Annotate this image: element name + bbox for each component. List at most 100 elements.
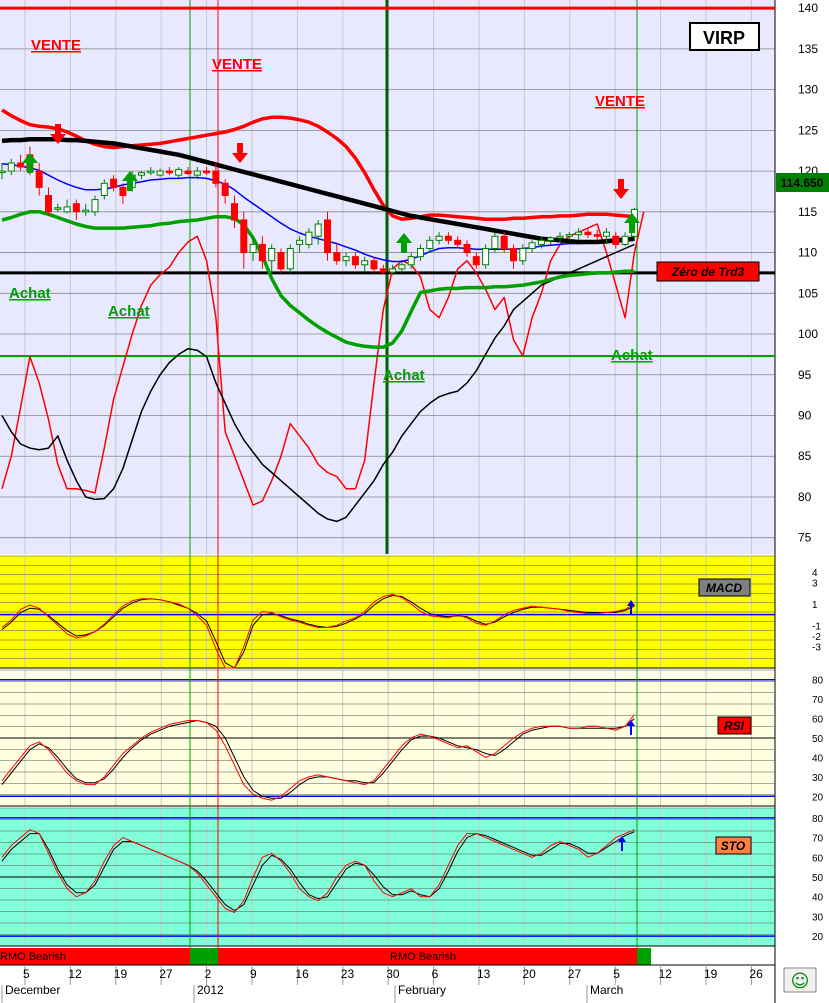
candle-body — [482, 247, 490, 266]
x-tick-label: 23 — [341, 967, 355, 981]
candle-body — [417, 247, 424, 258]
sell-signal-label: VENTE — [595, 93, 645, 110]
zero-label: Zéro de Trd3 — [671, 265, 745, 279]
candle-body — [296, 239, 304, 245]
price-tick-label: 110 — [798, 246, 817, 260]
stock-chart: 7580859095100105110115120125130135140431… — [0, 0, 829, 1003]
candle-body — [612, 235, 620, 245]
candle-body — [537, 239, 545, 245]
price-tick-label: 140 — [798, 1, 818, 15]
panel-tick-label: 60 — [812, 853, 824, 864]
rmo-bearish-label: RMO Bearish — [0, 951, 66, 963]
x-tick-label: 16 — [295, 967, 309, 981]
candle-body — [603, 231, 610, 237]
candle-body — [556, 235, 564, 239]
x-month-label: December — [5, 983, 60, 997]
rmo-bearish-label: RMO Bearish — [390, 951, 456, 963]
candle-body — [593, 234, 601, 237]
panel-tick-label: 3 — [812, 579, 818, 590]
candle-body — [324, 219, 331, 254]
x-tick-label: 19 — [704, 967, 718, 981]
price-tick-label: 125 — [798, 123, 818, 137]
candle-body — [286, 247, 294, 270]
price-tick-label: 80 — [798, 490, 812, 504]
x-tick-label: 2 — [205, 967, 212, 981]
x-tick-label: 9 — [250, 967, 257, 981]
x-tick-label: 20 — [522, 967, 536, 981]
x-month-label: February — [398, 983, 446, 997]
panel-tick-label: -3 — [812, 643, 821, 654]
candle-body — [193, 170, 201, 176]
x-month-label: March — [590, 983, 623, 997]
panel-tick-label: 70 — [812, 695, 824, 706]
x-tick-label: 27 — [568, 967, 582, 981]
price-tick-label: 85 — [798, 449, 812, 463]
panel-tick-label: 80 — [812, 814, 824, 825]
x-tick-label: 13 — [477, 967, 491, 981]
rsi-label: RSI — [724, 719, 745, 733]
price-tick-label: 130 — [798, 83, 818, 97]
x-tick-label: 5 — [613, 967, 620, 981]
candle-body — [147, 170, 155, 174]
x-tick-label: 12 — [68, 967, 82, 981]
candle-body — [91, 199, 99, 213]
symbol-label: VIRP — [703, 28, 745, 48]
rmo-bullish-segment — [637, 948, 651, 965]
panel-tick-label: 20 — [812, 792, 824, 803]
candle-body — [175, 168, 183, 176]
candle-body — [389, 268, 397, 273]
macd-label: MACD — [706, 581, 742, 595]
candle-body — [54, 207, 62, 210]
panel-tick-label: 30 — [812, 912, 824, 923]
candle-body — [268, 247, 276, 262]
candle-body — [351, 256, 359, 266]
candle-body — [184, 170, 192, 175]
panel-tick-label: 40 — [812, 753, 824, 764]
x-tick-label: 19 — [114, 967, 128, 981]
candle-body — [370, 260, 378, 270]
price-tick-label: 90 — [798, 409, 812, 423]
x-tick-label: 26 — [749, 967, 763, 981]
candle-body — [528, 242, 536, 249]
panel-tick-label: 50 — [812, 734, 824, 745]
candle-body — [0, 170, 6, 174]
candle-body — [110, 178, 118, 188]
candle-body — [361, 260, 369, 266]
buy-signal-label: Achat — [383, 367, 425, 384]
panel-tick-label: 1 — [812, 600, 818, 611]
candle-body — [165, 170, 173, 174]
candle-body — [221, 182, 229, 197]
candle-body — [314, 223, 322, 237]
panel-tick-label: -2 — [812, 632, 821, 643]
sell-signal-label: VENTE — [31, 37, 81, 54]
price-tick-label: 95 — [798, 368, 812, 382]
candle-body — [277, 252, 285, 270]
candle-body — [249, 243, 257, 254]
candle-body — [491, 235, 499, 249]
candle-body — [258, 243, 266, 262]
candle-body — [500, 235, 508, 249]
candle-body — [45, 195, 52, 213]
candle-body — [565, 234, 573, 237]
candle-body — [407, 256, 415, 266]
candle-body — [240, 219, 248, 254]
panel-tick-label: 30 — [812, 773, 824, 784]
candle-body — [575, 231, 583, 236]
price-tick-label: 115 — [798, 205, 817, 219]
smiley-icon[interactable]: ☺ — [791, 971, 810, 992]
candle-body — [444, 235, 452, 241]
candle-body — [17, 162, 25, 168]
candle-body — [305, 231, 313, 245]
x-tick-label: 12 — [659, 967, 673, 981]
candle-body — [100, 182, 108, 197]
price-tick-label: 75 — [798, 531, 812, 545]
sto-label: STO — [721, 839, 746, 853]
buy-signal-label: Achat — [108, 303, 150, 320]
candle-body — [398, 264, 406, 270]
candle-body — [463, 243, 471, 254]
panel-tick-label: 60 — [812, 715, 824, 726]
candle-body — [72, 203, 80, 213]
price-tick-label: 135 — [798, 42, 818, 56]
x-tick-label: 5 — [23, 967, 30, 981]
candle-body — [203, 170, 211, 174]
